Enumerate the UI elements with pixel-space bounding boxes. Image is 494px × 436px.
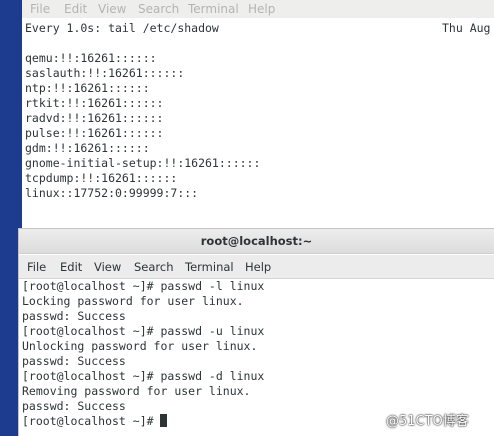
front-terminal-menubar: File Edit View Search Terminal Help: [19, 255, 494, 279]
watch-header: Every 1.0s: tail /etc/shadow: [25, 21, 219, 35]
terminal-line: [root@localhost ~]# passwd -l linux: [22, 279, 265, 293]
front-terminal-titlebar[interactable]: root@localhost:~: [19, 229, 494, 254]
menu-search[interactable]: Search: [134, 260, 174, 274]
terminal-line: Removing password for user linux.: [22, 384, 251, 398]
window-title: root@localhost:~: [200, 234, 313, 248]
back-menu-help[interactable]: Help: [248, 2, 275, 16]
front-terminal-window[interactable]: root@localhost:~ File Edit View Search T…: [18, 228, 494, 436]
terminal-prompt: [root@localhost ~]#: [22, 414, 161, 428]
terminal-prompt-line[interactable]: [root@localhost ~]#: [22, 414, 168, 429]
back-menu-view[interactable]: View: [98, 2, 126, 16]
shadow-line: ntp:!!:16261::::::: [25, 81, 150, 95]
back-terminal-menubar: File Edit View Search Terminal Help: [22, 0, 494, 18]
back-menu-file[interactable]: File: [30, 2, 50, 16]
terminal-line: passwd: Success: [22, 354, 126, 368]
terminal-line: Unlocking password for user linux.: [22, 339, 258, 353]
shadow-line: rtkit:!!:16261::::::: [25, 96, 164, 110]
watch-timestamp: Thu Aug: [442, 21, 491, 35]
back-terminal-window[interactable]: File Edit View Search Terminal Help Ever…: [22, 0, 494, 230]
shadow-line: gnome-initial-setup:!!:16261::::::: [25, 156, 261, 170]
shadow-line: pulse:!!:16261::::::: [25, 126, 164, 140]
shadow-line: gdm:!!:16261::::::: [25, 141, 150, 155]
terminal-line: passwd: Success: [22, 309, 126, 323]
back-menu-search[interactable]: Search: [138, 2, 179, 16]
menu-view[interactable]: View: [94, 260, 121, 274]
shadow-line: linux::17752:0:99999:7:::: [25, 186, 199, 200]
shadow-line: qemu:!!:16261::::::: [25, 51, 157, 65]
shadow-line: radvd:!!:16261::::::: [25, 111, 164, 125]
terminal-line: passwd: Success: [22, 399, 126, 413]
back-menu-edit[interactable]: Edit: [64, 2, 87, 16]
menu-edit[interactable]: Edit: [60, 260, 82, 274]
menu-file[interactable]: File: [27, 260, 46, 274]
shadow-line: saslauth:!!:16261::::::: [25, 66, 185, 80]
menu-terminal[interactable]: Terminal: [185, 260, 234, 274]
watermark: @51CTO博客: [386, 414, 469, 429]
shadow-line: tcpdump:!!:16261::::::: [25, 171, 178, 185]
back-menu-terminal[interactable]: Terminal: [188, 2, 239, 16]
terminal-line: Locking password for user linux.: [22, 294, 244, 308]
terminal-line: [root@localhost ~]# passwd -d linux: [22, 369, 265, 383]
text-cursor: [160, 414, 168, 427]
terminal-line: [root@localhost ~]# passwd -u linux: [22, 324, 265, 338]
menu-help[interactable]: Help: [245, 260, 271, 274]
